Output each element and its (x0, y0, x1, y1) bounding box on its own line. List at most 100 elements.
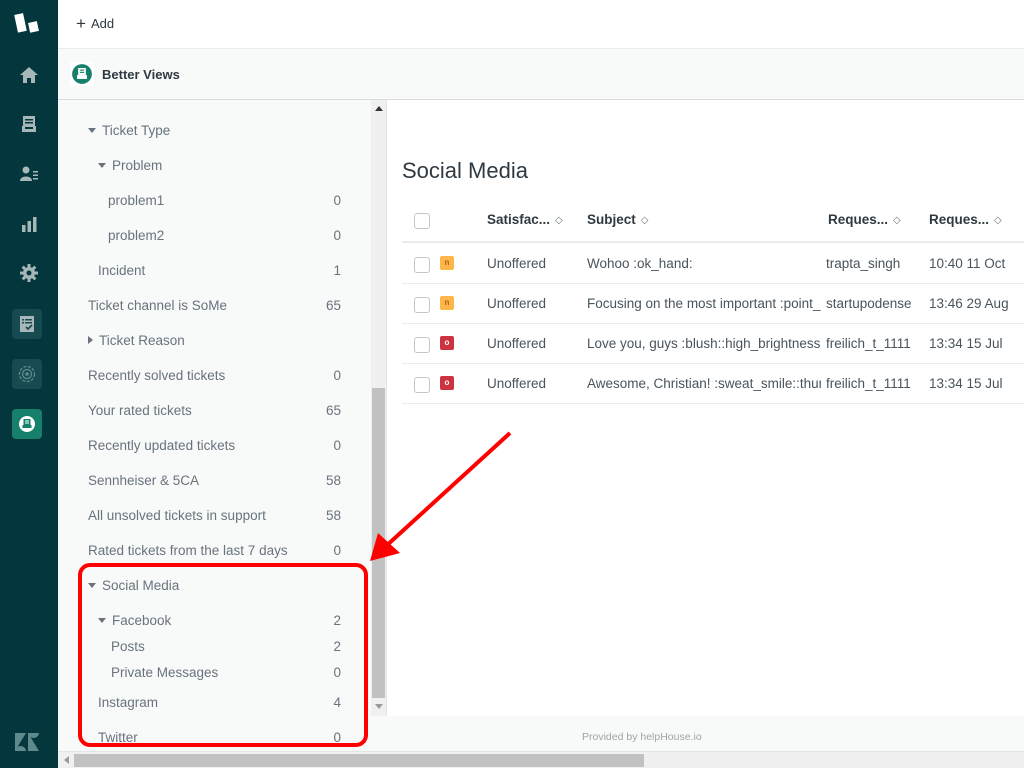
nav-orbit-app[interactable] (12, 359, 42, 389)
view-item[interactable]: Facebook 2 (58, 613, 371, 633)
view-item-label: Instagram (98, 695, 158, 710)
column-header-requested[interactable]: Reques... ◇ (929, 212, 1002, 227)
table-row[interactable]: n Unoffered Focusing on the most important… (402, 284, 1024, 324)
view-item-count: 58 (325, 473, 341, 488)
view-item-label: Recently updated tickets (88, 438, 235, 453)
view-item-count: 0 (333, 438, 341, 453)
view-item[interactable]: Twitter 0 (58, 730, 371, 750)
view-label-text: All unsolved tickets in support (88, 508, 266, 523)
zendesk-support-logo-icon[interactable] (14, 12, 42, 36)
requester-cell[interactable]: freilich_t_1111 (826, 336, 920, 351)
nav-admin[interactable] (9, 253, 49, 293)
view-item-label: Posts (111, 639, 145, 654)
table-row[interactable]: o Unoffered Awesome, Christian! :sweat_smi… (402, 364, 1024, 404)
row-checkbox[interactable] (414, 257, 430, 273)
subject-cell[interactable]: Awesome, Christian! :sweat_smile::thumbs… (587, 376, 821, 391)
view-item[interactable]: Ticket Type (58, 123, 371, 143)
view-item-label: Rated tickets from the last 7 days (88, 543, 288, 558)
column-label: Reques... (929, 212, 990, 227)
row-checkbox[interactable] (414, 377, 430, 393)
requester-cell[interactable]: freilich_t_1111 (826, 376, 920, 391)
requested-cell: 10:40 11 Oct (929, 256, 1006, 271)
view-item[interactable]: Sennheiser & 5CA 58 (58, 473, 371, 493)
view-item-count: 65 (325, 403, 341, 418)
subject-cell[interactable]: Wohoo :ok_hand: (587, 256, 821, 271)
sort-icon: ◇ (640, 215, 649, 226)
view-item[interactable]: Posts 2 (58, 639, 371, 659)
column-header-subject[interactable]: Subject ◇ (587, 212, 648, 227)
column-label: Satisfac... (487, 212, 551, 227)
caret-down-icon[interactable] (88, 127, 96, 133)
view-item[interactable]: Private Messages 0 (58, 665, 371, 685)
caret-right-icon[interactable] (88, 336, 93, 345)
column-header-requester[interactable]: Reques... ◇ (828, 212, 901, 227)
view-item[interactable]: Social Media (58, 578, 371, 598)
view-item[interactable]: Problem (58, 158, 371, 178)
view-item-count: 0 (333, 543, 341, 558)
table-row[interactable]: n Unoffered Wohoo :ok_hand: trapta_singh 10:… (402, 244, 1024, 284)
view-label-text: Rated tickets from the last 7 days (88, 543, 288, 558)
view-item[interactable]: Recently updated tickets 0 (58, 438, 371, 458)
view-label-text: Incident (98, 263, 146, 278)
nav-better-views-app[interactable] (12, 409, 42, 439)
add-button[interactable]: + Add (76, 15, 114, 32)
better-views-icon (19, 416, 35, 432)
view-item[interactable]: Ticket channel is SoMe 65 (58, 298, 371, 318)
bar-chart-icon (22, 217, 37, 232)
table-row[interactable]: o Unoffered Love you, guys :blush::high_br… (402, 324, 1024, 364)
view-item[interactable]: Your rated tickets 65 (58, 403, 371, 423)
select-all-checkbox[interactable] (414, 213, 430, 229)
row-checkbox[interactable] (414, 337, 430, 353)
view-item-count: 0 (333, 193, 341, 208)
view-item[interactable]: All unsolved tickets in support 58 (58, 508, 371, 528)
better-views-logo-icon (72, 64, 92, 84)
scroll-left-arrow-icon[interactable] (64, 756, 69, 764)
scroll-up-arrow-icon[interactable] (375, 106, 383, 111)
view-title: Social Media (402, 158, 528, 183)
caret-down-icon[interactable] (88, 582, 96, 588)
nav-checklist-app[interactable] (12, 309, 42, 339)
subject-cell[interactable]: Love you, guys :blush::high_brightness: (587, 336, 821, 351)
requested-cell: 13:34 15 Jul (929, 376, 1003, 391)
scrollbar-thumb[interactable] (372, 388, 385, 698)
column-label: Subject (587, 212, 636, 227)
view-item-label: Facebook (98, 613, 171, 628)
view-item[interactable]: problem2 0 (58, 228, 371, 248)
view-item[interactable]: Instagram 4 (58, 695, 371, 715)
status-badge: n (440, 256, 454, 270)
view-item-count: 4 (333, 695, 341, 710)
requester-cell[interactable]: trapta_singh (826, 256, 920, 271)
view-item[interactable]: problem1 0 (58, 193, 371, 213)
view-label-text: problem1 (108, 193, 165, 208)
horizontal-scrollbar-thumb[interactable] (74, 754, 644, 767)
nav-views[interactable] (9, 104, 49, 144)
sort-icon: ◇ (893, 215, 901, 226)
views-list-scrollbar[interactable] (371, 100, 387, 716)
orbit-icon (18, 365, 36, 383)
view-label-text: Ticket Reason (99, 333, 185, 348)
nav-customers[interactable] (9, 154, 49, 194)
view-item-label: Ticket Reason (88, 333, 185, 348)
nav-home[interactable] (9, 55, 49, 95)
scroll-down-arrow-icon[interactable] (375, 704, 383, 709)
view-item[interactable]: Rated tickets from the last 7 days 0 (58, 543, 371, 563)
view-label-text: Ticket Type (102, 123, 171, 138)
caret-down-icon[interactable] (98, 162, 106, 168)
view-item[interactable]: Incident 1 (58, 263, 371, 283)
view-item[interactable]: Ticket Reason (58, 333, 371, 353)
requested-cell: 13:46 29 Aug (929, 296, 1009, 311)
table-header: Satisfac... ◇ Subject ◇ Reques... ◇ Reques.… (402, 199, 1024, 243)
view-label-text: problem2 (108, 228, 165, 243)
row-checkbox[interactable] (414, 297, 430, 313)
nav-reporting[interactable] (9, 204, 49, 244)
requester-cell[interactable]: startupodense (826, 296, 920, 311)
column-header-satisfaction[interactable]: Satisfac... ◇ (487, 212, 563, 227)
view-item[interactable]: Recently solved tickets 0 (58, 368, 371, 388)
view-label-text: Recently solved tickets (88, 368, 226, 383)
view-label-text: Social Media (102, 578, 180, 593)
caret-down-icon[interactable] (98, 617, 106, 623)
subject-cell[interactable]: Focusing on the most important :point_ri… (587, 296, 821, 311)
zendesk-logo-icon[interactable] (14, 732, 40, 752)
view-item-count: 2 (333, 639, 341, 654)
horizontal-scrollbar[interactable] (58, 751, 1024, 768)
